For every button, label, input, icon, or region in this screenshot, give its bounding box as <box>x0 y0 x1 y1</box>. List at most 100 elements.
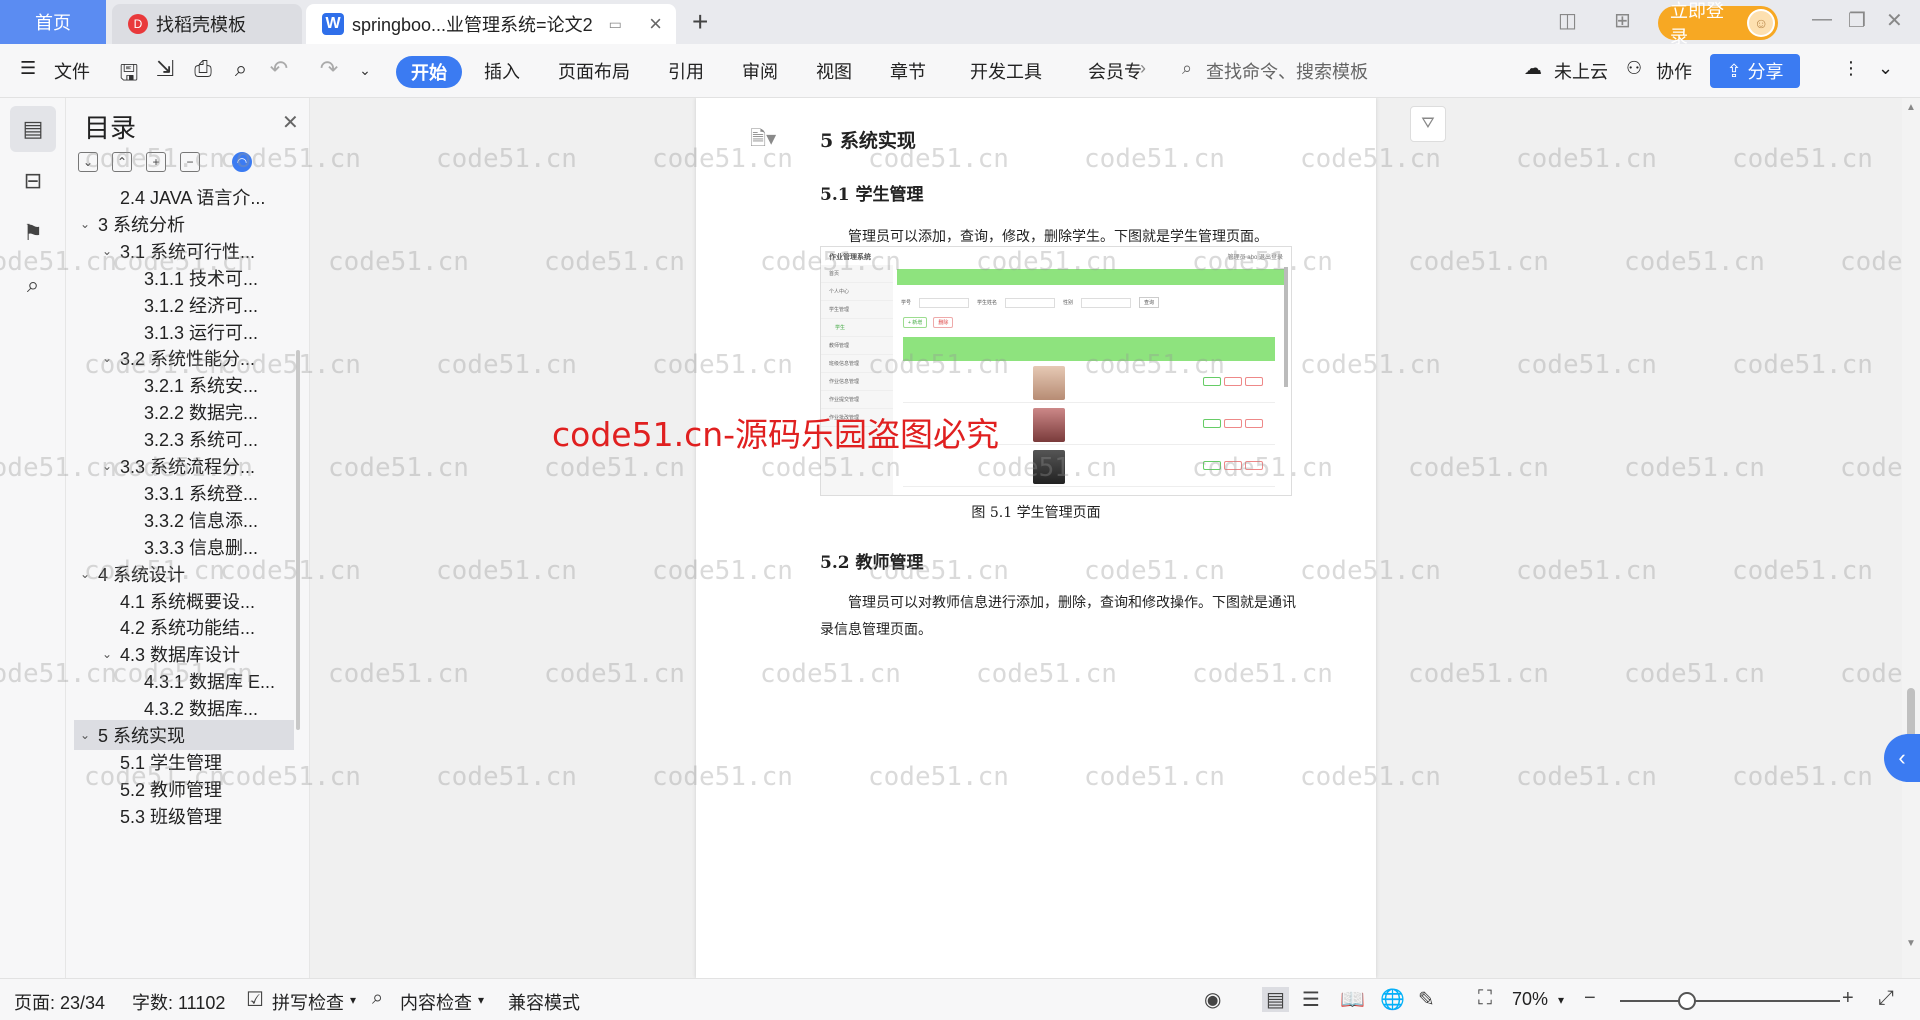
tab-chapter[interactable]: 章节 <box>890 58 926 84</box>
toc-item[interactable]: 3.1.2 经济可... <box>68 290 304 320</box>
scroll-down-icon[interactable]: ▼ <box>1906 938 1916 949</box>
toc-item[interactable]: 4.3.2 数据库... <box>68 693 304 723</box>
close-window-icon[interactable]: ✕ <box>1886 8 1903 33</box>
new-tab-icon[interactable]: + <box>692 6 708 38</box>
toc-item[interactable]: 3.3.3 信息删... <box>68 532 304 562</box>
export-icon[interactable]: ⇲ <box>152 56 178 84</box>
tab-view[interactable]: 视图 <box>816 58 852 84</box>
toc-item[interactable]: ⌄ 5 系统实现 <box>74 720 294 750</box>
tab-member[interactable]: 会员专 <box>1088 58 1142 84</box>
write-mode-icon[interactable]: ✎ <box>1418 987 1435 1012</box>
content-check-dropdown-icon[interactable]: ▾ <box>478 993 484 1007</box>
toc-item[interactable]: ⌄ 3.3 系统流程分... <box>68 451 304 481</box>
tab-layout[interactable]: 页面布局 <box>558 58 630 84</box>
add-level-icon[interactable]: + <box>146 152 166 172</box>
zoom-level[interactable]: 70% <box>1512 989 1548 1010</box>
toc-item[interactable]: ⌄ 3 系统分析 <box>68 209 304 239</box>
chevron-down-icon[interactable]: ⌄ <box>102 244 120 258</box>
toc-item[interactable]: ⌄ 4.3 数据库设计 <box>68 639 304 669</box>
page-view-icon[interactable]: ▤ <box>1262 987 1289 1012</box>
menu-icon[interactable]: ☰ <box>20 58 36 79</box>
close-tab-icon[interactable]: × <box>649 11 662 37</box>
restore-icon[interactable]: ❐ <box>1848 8 1866 33</box>
read-view-icon[interactable]: 📖 <box>1340 987 1365 1012</box>
undo-icon[interactable]: ↶ <box>266 56 292 84</box>
more-icon[interactable]: ⋮ <box>1842 58 1860 79</box>
toc-item[interactable]: ⌄ 3.2 系统性能分... <box>68 343 304 373</box>
cloud-status[interactable]: 未上云 <box>1554 58 1608 84</box>
toc-item[interactable]: 4.1 系统概要设... <box>68 586 304 616</box>
save-icon[interactable]: 🖫 <box>116 56 142 85</box>
eye-icon[interactable]: ◉ <box>1204 987 1221 1012</box>
command-search[interactable]: 查找命令、搜索模板 <box>1206 58 1368 84</box>
fit-page-icon[interactable]: ⛶ <box>1478 987 1492 1010</box>
minimize-icon[interactable]: — <box>1812 8 1832 31</box>
zoom-knob[interactable] <box>1678 992 1696 1010</box>
collapse-ribbon-icon[interactable]: ⌄ <box>1878 58 1893 79</box>
toc-item[interactable]: 3.3.2 信息添... <box>68 505 304 535</box>
expand-down-icon[interactable]: ⌄ <box>78 152 98 172</box>
toc-item[interactable]: 3.2.3 系统可... <box>68 424 304 454</box>
document-menu-icon[interactable]: 🗎▾ <box>750 124 776 158</box>
layout-icon[interactable]: ◫ <box>1558 8 1577 33</box>
redo-icon[interactable]: ↷ <box>316 56 342 84</box>
print-icon[interactable]: ⎙ <box>190 56 216 84</box>
more-chevron-icon[interactable]: ⌄ <box>352 62 378 90</box>
outline-view-icon[interactable]: ☰ <box>1302 987 1320 1012</box>
monitor-icon[interactable]: ▭ <box>609 16 622 33</box>
bookmark-icon[interactable]: ⚑ <box>10 210 56 256</box>
page-indicator[interactable]: 页面: 23/34 <box>14 989 105 1015</box>
grid-icon[interactable]: ⊞ <box>1614 8 1631 33</box>
toc-item[interactable]: 3.1.1 技术可... <box>68 263 304 293</box>
find-icon[interactable]: ⌕ <box>10 262 56 308</box>
ai-icon[interactable]: ◠ <box>232 152 252 172</box>
toc-item[interactable]: 3.1.3 运行可... <box>68 317 304 347</box>
chevron-down-icon[interactable]: ⌄ <box>102 459 120 473</box>
tab-document[interactable]: W springboo...业管理系统=论文2 ▭ × <box>306 4 676 44</box>
chevron-down-icon[interactable]: ⌄ <box>102 647 120 661</box>
tab-docer[interactable]: D 找稻壳模板 <box>112 4 302 44</box>
spell-check-dropdown-icon[interactable]: ▾ <box>350 993 356 1007</box>
chevron-down-icon[interactable]: ⌄ <box>80 728 98 742</box>
navigation-icon[interactable]: ⊟ <box>10 158 56 204</box>
tab-home[interactable]: 首页 <box>0 0 106 44</box>
remove-level-icon[interactable]: − <box>180 152 200 172</box>
toc-item[interactable]: 5.1 学生管理 <box>68 747 304 777</box>
tab-devtools[interactable]: 开发工具 <box>970 58 1042 84</box>
share-button[interactable]: ⇪ 分享 <box>1710 54 1800 88</box>
word-count[interactable]: 字数: 11102 <box>132 989 225 1015</box>
toc-item[interactable]: 3.3.1 系统登... <box>68 478 304 508</box>
search-icon[interactable]: ⌕ <box>1182 58 1192 79</box>
zoom-dropdown-icon[interactable]: ▾ <box>1558 993 1564 1007</box>
chevron-down-icon[interactable]: ⌄ <box>80 217 98 231</box>
preview-icon[interactable]: ⌕ <box>228 56 254 84</box>
chevron-down-icon[interactable]: ⌄ <box>80 567 98 581</box>
toc-item[interactable]: ⌄ 4 系统设计 <box>68 559 304 589</box>
tab-insert[interactable]: 插入 <box>484 58 520 84</box>
zoom-out-icon[interactable]: − <box>1584 987 1596 1010</box>
toc-panel-icon[interactable]: ▤ <box>10 106 56 152</box>
tab-review[interactable]: 审阅 <box>742 58 778 84</box>
file-menu[interactable]: 文件 <box>54 58 90 84</box>
toc-scrollbar[interactable] <box>296 350 300 730</box>
scroll-up-icon[interactable]: ▲ <box>1906 102 1916 113</box>
close-icon[interactable]: ✕ <box>282 110 299 135</box>
collapse-up-icon[interactable]: ⌃ <box>112 152 132 172</box>
fullscreen-icon[interactable]: ⤢ <box>1878 987 1894 1010</box>
zoom-in-icon[interactable]: + <box>1842 987 1854 1010</box>
web-view-icon[interactable]: 🌐 <box>1380 987 1405 1012</box>
vertical-scrollbar[interactable]: ▲ ▼ <box>1902 98 1920 978</box>
toc-item[interactable]: 5.3 班级管理 <box>68 801 304 831</box>
toc-item[interactable]: 4.3.1 数据库 E... <box>68 666 304 696</box>
toc-item[interactable]: 5.2 教师管理 <box>68 774 304 804</box>
scroll-right-icon[interactable]: › <box>1140 58 1146 79</box>
tab-start[interactable]: 开始 <box>396 56 462 88</box>
spell-check[interactable]: 拼写检查 <box>272 989 344 1015</box>
toc-item[interactable]: 3.2.2 数据完... <box>68 397 304 427</box>
chevron-down-icon[interactable]: ⌄ <box>102 351 120 365</box>
login-button[interactable]: 立即登录 ☺ <box>1658 1 1778 47</box>
scroll-thumb[interactable] <box>1907 688 1915 738</box>
toc-item[interactable]: 4.2 系统功能结... <box>68 612 304 642</box>
collab-button[interactable]: 协作 <box>1656 58 1692 84</box>
tab-reference[interactable]: 引用 <box>668 58 704 84</box>
